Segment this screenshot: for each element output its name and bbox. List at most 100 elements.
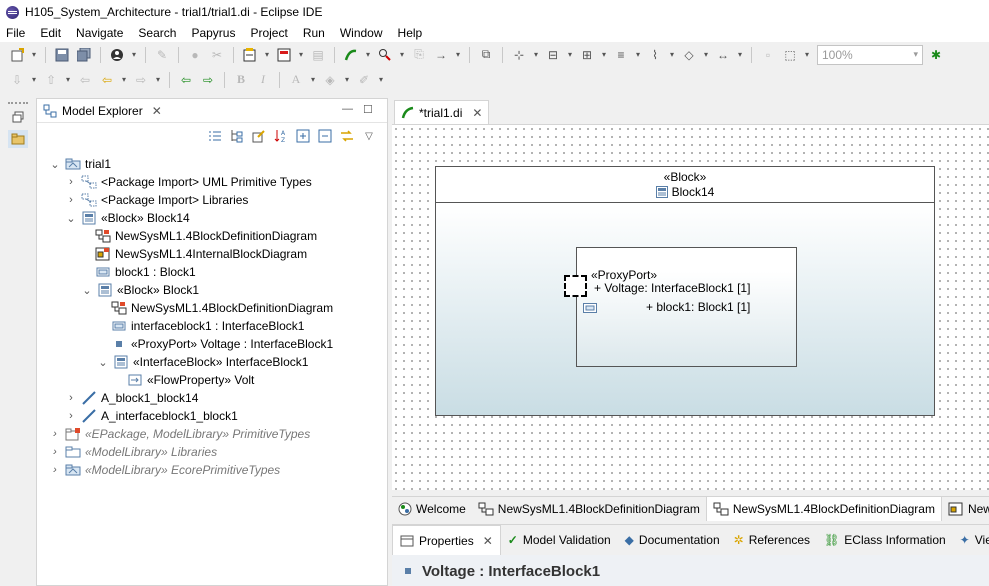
tree-item-block1[interactable]: ⌄ «Block» Block1	[81, 281, 199, 299]
tab-trial1-di[interactable]: *trial1.di ✕	[394, 100, 490, 124]
cut-icon[interactable]: ✂	[208, 46, 226, 64]
tree-item-interfaceblock1[interactable]: ⌄ «InterfaceBlock» InterfaceBlock1	[97, 353, 308, 371]
grid-dropdown-icon[interactable]: ▾	[297, 50, 305, 59]
tree-item-association[interactable]: › A_block1_block14	[65, 389, 198, 407]
chevron-right-icon[interactable]: ›	[65, 176, 77, 188]
tab-model-validation[interactable]: ✓ Model Validation	[501, 525, 618, 555]
clipboard-dropdown-icon[interactable]: ▾	[263, 50, 271, 59]
link-editor-icon[interactable]	[339, 128, 355, 144]
export-icon[interactable]: ⇧	[42, 71, 60, 89]
align-dropdown-icon[interactable]: ▾	[566, 50, 574, 59]
menu-run[interactable]: Run	[303, 26, 325, 40]
menu-papyrus[interactable]: Papyrus	[191, 26, 235, 40]
wizard-icon[interactable]	[342, 46, 360, 64]
chevron-right-icon[interactable]: ›	[65, 194, 77, 206]
tree-item-association[interactable]: › A_interfaceblock1_block1	[65, 407, 238, 425]
align-icon[interactable]: ⊟	[544, 46, 562, 64]
select-dropdown-icon[interactable]: ▾	[532, 50, 540, 59]
snap-icon[interactable]: ▫	[759, 46, 777, 64]
back-history-icon[interactable]: ⇦	[76, 71, 94, 89]
clipboard-icon[interactable]	[241, 46, 259, 64]
tab-references[interactable]: ✲ References	[727, 525, 817, 555]
block14-shape[interactable]: «Block» Block14 «ProxyPort» + Voltage: I…	[435, 166, 935, 416]
text-align-dropdown-icon[interactable]: ▾	[634, 50, 642, 59]
folder-view-icon[interactable]	[8, 130, 28, 148]
close-icon[interactable]: ✕	[483, 534, 493, 548]
stack-icon[interactable]: ▤	[309, 46, 327, 64]
fill-color-dropdown-icon[interactable]: ▾	[343, 75, 351, 84]
import-dropdown-icon[interactable]: ▾	[30, 75, 38, 84]
text-align-icon[interactable]: ≡	[612, 46, 630, 64]
minimize-icon[interactable]: —	[342, 103, 353, 115]
tree-item-ecore-primitive-types[interactable]: › «ModelLibrary» EcorePrimitiveTypes	[49, 461, 280, 479]
collapse-all-icon[interactable]	[317, 128, 333, 144]
fill-color-icon[interactable]: ◈	[321, 71, 339, 89]
list-icon[interactable]	[207, 128, 223, 144]
new-icon[interactable]	[8, 46, 26, 64]
import-icon[interactable]: ⇩	[8, 71, 26, 89]
chevron-right-icon[interactable]: ›	[65, 392, 77, 404]
back-icon[interactable]: ⇦	[98, 71, 116, 89]
user-icon[interactable]	[108, 46, 126, 64]
tab-newsys[interactable]: NewSys	[942, 497, 989, 521]
line-style-dropdown-icon[interactable]: ▾	[702, 50, 710, 59]
tree-item-flowproperty[interactable]: «FlowProperty» Volt	[127, 371, 254, 389]
copy-icon[interactable]: ⎘	[410, 46, 428, 64]
save-all-icon[interactable]	[75, 46, 93, 64]
pen-icon[interactable]: ✎	[153, 46, 171, 64]
shape-icon[interactable]: ●	[186, 46, 204, 64]
route-dropdown-icon[interactable]: ▾	[668, 50, 676, 59]
restore-icon[interactable]	[8, 108, 28, 126]
line-color-icon[interactable]: ✐	[355, 71, 373, 89]
font-color-icon[interactable]: A	[287, 71, 305, 89]
tab-documentation[interactable]: ◆ Documentation	[618, 525, 727, 555]
chevron-down-icon[interactable]: ⌄	[65, 212, 77, 225]
chevron-down-icon[interactable]: ⌄	[49, 158, 61, 171]
menu-edit[interactable]: Edit	[40, 26, 61, 40]
arrow-right-icon[interactable]: →	[432, 46, 450, 64]
layers-icon[interactable]: ⧉	[477, 46, 495, 64]
tree-item-trial1[interactable]: ⌄ trial1	[49, 155, 111, 173]
new-dropdown-icon[interactable]: ▾	[30, 50, 38, 59]
tree-item-package-import[interactable]: › <Package Import> Libraries	[65, 191, 248, 209]
nav-forward-icon[interactable]: ⇨	[199, 71, 217, 89]
chevron-down-icon[interactable]: ⌄	[97, 356, 109, 369]
diagram-canvas[interactable]: «Block» Block14 «ProxyPort» + Voltage: I…	[392, 124, 989, 490]
tree-item-ibd[interactable]: NewSysML1.4InternalBlockDiagram	[95, 245, 307, 263]
tab-bdd[interactable]: NewSysML1.4BlockDefinitionDiagram	[472, 497, 706, 521]
tree-item-block1-part[interactable]: block1 : Block1	[95, 263, 196, 281]
proxy-port-shape[interactable]	[564, 275, 587, 297]
tab-eclass-information[interactable]: ⛓ EClass Information	[817, 525, 953, 555]
save-icon[interactable]	[53, 46, 71, 64]
nav-back-icon[interactable]: ⇦	[177, 71, 195, 89]
zoom-combo[interactable]: 100% ▾	[817, 44, 923, 65]
tree-item-libraries[interactable]: › «ModelLibrary» Libraries	[49, 443, 217, 461]
tree-item-primitive-types[interactable]: › «EPackage, ModelLibrary» PrimitiveType…	[49, 425, 310, 443]
menu-window[interactable]: Window	[340, 26, 383, 40]
tab-view[interactable]: ✦ View	[953, 525, 989, 555]
bug-icon[interactable]: ✱	[927, 46, 945, 64]
resize-icon[interactable]: ↔	[714, 46, 732, 64]
block1-part-shape[interactable]: «ProxyPort» + Voltage: InterfaceBlock1 […	[564, 247, 797, 367]
search-icon[interactable]	[376, 46, 394, 64]
route-icon[interactable]: ⌇	[646, 46, 664, 64]
maximize-icon[interactable]: ☐	[363, 103, 373, 116]
tree-item-interfaceblock1-part[interactable]: interfaceblock1 : InterfaceBlock1	[111, 317, 304, 335]
frame-icon[interactable]: ⬚	[781, 46, 799, 64]
bold-icon[interactable]: B	[232, 71, 250, 89]
tab-welcome[interactable]: Welcome	[392, 497, 472, 521]
font-color-dropdown-icon[interactable]: ▾	[309, 75, 317, 84]
menu-project[interactable]: Project	[250, 26, 287, 40]
edit-filter-icon[interactable]	[251, 128, 267, 144]
line-style-icon[interactable]: ◇	[680, 46, 698, 64]
tree-item-bdd[interactable]: NewSysML1.4BlockDefinitionDiagram	[111, 299, 333, 317]
chevron-right-icon[interactable]: ›	[49, 446, 61, 458]
chevron-right-icon[interactable]: ›	[49, 428, 61, 440]
sort-icon[interactable]: AZ	[273, 128, 289, 144]
grid-icon[interactable]	[275, 46, 293, 64]
expand-all-icon[interactable]	[295, 128, 311, 144]
menu-search[interactable]: Search	[138, 26, 176, 40]
distribute-icon[interactable]: ⊞	[578, 46, 596, 64]
frame-dropdown-icon[interactable]: ▾	[803, 50, 811, 59]
forward-icon[interactable]: ⇨	[132, 71, 150, 89]
